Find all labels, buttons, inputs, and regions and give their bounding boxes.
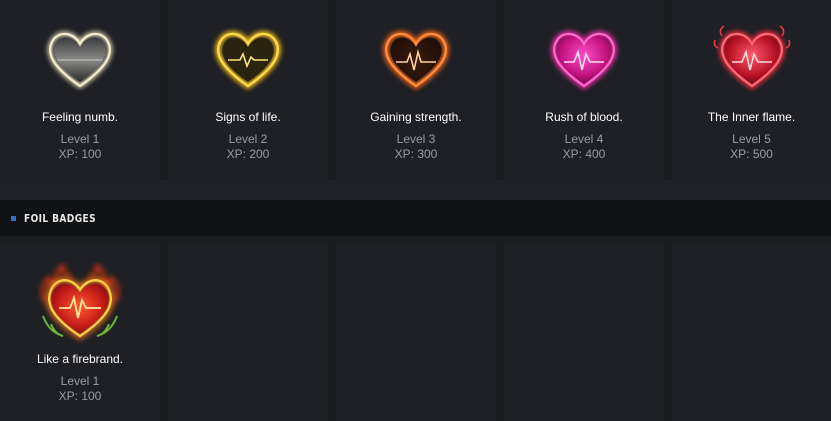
badge-level: Level 3 (396, 132, 436, 146)
section-gap (0, 236, 831, 244)
badge-level: Level 1 (60, 132, 100, 146)
badge-xp: XP: 100 (58, 389, 102, 403)
badge-row: Feeling numb. Level 1 XP: 100 Signs of l… (0, 0, 831, 180)
badge-name: Rush of blood. (545, 110, 623, 124)
badge-name: Feeling numb. (41, 110, 119, 124)
badge-xp: XP: 500 (730, 147, 773, 161)
empty-badge-slot (168, 244, 328, 421)
foil-badges-header: FOIL BADGES (0, 200, 831, 236)
empty-badge-slot (336, 244, 496, 421)
badge-level: Level 5 (732, 132, 771, 146)
section-title: FOIL BADGES (24, 211, 96, 225)
badge-level: Level 2 (228, 132, 268, 146)
badge-level: Level 1 (60, 374, 100, 388)
heart-badge-pink-icon (551, 31, 617, 90)
badge-card[interactable]: Gaining strength. Level 3 XP: 300 (336, 0, 496, 180)
foil-badge-row: Like a firebrand. Level 1 XP: 100 (0, 244, 831, 421)
heart-badge-flame-icon (41, 262, 119, 340)
badge-card[interactable]: Signs of life. Level 2 XP: 200 (168, 0, 328, 180)
heart-badge-orange-icon (383, 31, 449, 90)
foil-badge-card[interactable]: Like a firebrand. Level 1 XP: 100 (0, 244, 160, 421)
badge-xp: XP: 100 (58, 147, 102, 161)
badge-card[interactable]: The Inner flame. Level 5 XP: 500 (672, 0, 831, 180)
badge-level: Level 4 (564, 132, 604, 146)
badge-xp: XP: 400 (562, 147, 606, 161)
empty-badge-slot (504, 244, 664, 421)
badge-xp: XP: 300 (394, 147, 438, 161)
badge-name: Signs of life. (215, 110, 281, 124)
badge-card[interactable]: Feeling numb. Level 1 XP: 100 (0, 0, 160, 180)
section-marker-icon (11, 215, 16, 221)
badge-xp: XP: 200 (226, 147, 270, 161)
badge-name: Gaining strength. (370, 110, 462, 124)
heart-badge-gold-icon (215, 31, 281, 90)
badge-name: Like a firebrand. (36, 352, 124, 366)
empty-badge-slot (672, 244, 831, 421)
heart-badge-white-icon (47, 31, 113, 90)
badge-card[interactable]: Rush of blood. Level 4 XP: 400 (504, 0, 664, 180)
badge-name: The Inner flame. (707, 110, 796, 124)
section-divider (0, 180, 831, 200)
heart-badge-red-icon (713, 25, 790, 90)
